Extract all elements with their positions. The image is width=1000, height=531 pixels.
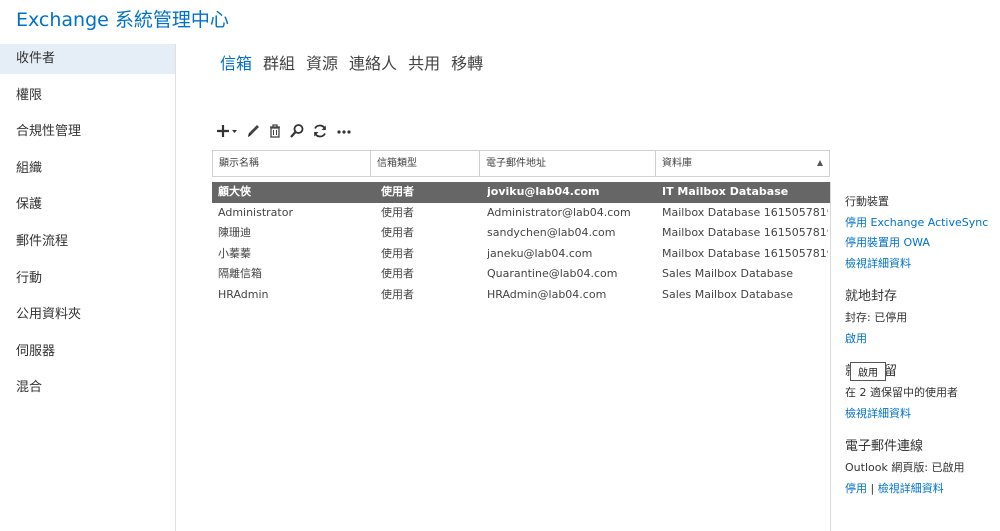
cell-email: joviku@lab04.com	[487, 185, 600, 198]
mailbox-table: 顧大俠 使用者 joviku@lab04.com IT Mailbox Data…	[212, 182, 830, 305]
table-row[interactable]: 隔離信箱 使用者 Quarantine@lab04.com Sales Mail…	[212, 264, 830, 285]
cell-mailbox-type: 使用者	[381, 246, 414, 260]
cell-mailbox-type: 使用者	[381, 185, 414, 198]
cell-database: IT Mailbox Database	[662, 185, 789, 198]
app-title: Exchange 系統管理中心	[16, 9, 229, 31]
cell-mailbox-type: 使用者	[381, 267, 414, 280]
tab-shared[interactable]: 共用	[408, 50, 440, 74]
nav-item-protection[interactable]: 保護	[0, 190, 175, 220]
cell-email: sandychen@lab04.com	[487, 226, 616, 239]
cell-email: Administrator@lab04.com	[487, 205, 631, 219]
cell-display-name: Administrator	[218, 205, 293, 219]
cell-mailbox-type: 使用者	[381, 205, 414, 219]
details-pane: 行動裝置 停用 Exchange ActiveSync 停用裝置用 OWA 檢視…	[830, 182, 1000, 531]
add-icon[interactable]	[216, 122, 238, 140]
cell-email: HRAdmin@lab04.com	[487, 287, 607, 301]
nav-item-mail-flow[interactable]: 郵件流程	[0, 227, 175, 257]
left-nav: 收件者 權限 合規性管理 組織 保護 郵件流程 行動 公用資料夾 伺服器 混合	[0, 44, 176, 531]
table-row[interactable]: HRAdmin 使用者 HRAdmin@lab04.com Sales Mail…	[212, 285, 830, 306]
owa-status: Outlook 網頁版: 已啟用	[845, 461, 965, 474]
nav-item-permissions[interactable]: 權限	[0, 81, 175, 111]
column-header-database-label: 資料庫	[662, 158, 692, 169]
cell-display-name: 隔離信箱	[218, 267, 262, 280]
edit-icon[interactable]	[245, 122, 261, 140]
tab-migration[interactable]: 移轉	[451, 50, 483, 74]
cell-display-name: 小蓁蓁	[218, 246, 251, 260]
tab-bar: 信箱 群組 資源 連絡人 共用 移轉	[220, 50, 483, 74]
table-row[interactable]: 顧大俠 使用者 joviku@lab04.com IT Mailbox Data…	[212, 182, 830, 203]
nav-item-hybrid[interactable]: 混合	[0, 373, 175, 403]
cell-database: Sales Mailbox Database	[662, 267, 793, 280]
email-connectivity-heading: 電子郵件連線	[845, 439, 924, 454]
cell-database: Mailbox Database 1615057819	[662, 246, 828, 260]
cell-email: Quarantine@lab04.com	[487, 267, 618, 280]
mobile-devices-heading: 行動裝置	[845, 195, 889, 208]
toolbar	[216, 122, 353, 140]
cell-mailbox-type: 使用者	[381, 287, 414, 301]
table-row[interactable]: Administrator 使用者 Administrator@lab04.co…	[212, 203, 830, 224]
cell-display-name: 顧大俠	[218, 185, 251, 198]
search-icon[interactable]	[289, 122, 305, 140]
nav-item-servers[interactable]: 伺服器	[0, 337, 175, 367]
tab-mailboxes[interactable]: 信箱	[220, 50, 252, 74]
archive-heading: 就地封存	[845, 289, 898, 304]
tab-contacts[interactable]: 連絡人	[349, 50, 397, 74]
nav-item-public-folders[interactable]: 公用資料夾	[0, 300, 175, 330]
cell-mailbox-type: 使用者	[381, 226, 414, 239]
link-separator: |	[870, 481, 875, 495]
nav-item-recipients[interactable]: 收件者	[0, 44, 175, 74]
tooltip: 啟用	[850, 362, 886, 381]
archive-status: 封存: 已停用	[845, 311, 908, 324]
email-disable-link[interactable]: 停用	[845, 482, 867, 495]
delete-icon[interactable]	[268, 122, 282, 140]
email-view-details-link[interactable]: 檢視詳細資料	[878, 482, 944, 495]
disable-activesync-link[interactable]: 停用 Exchange ActiveSync	[845, 213, 1000, 234]
table-header: 顯示名稱 信箱類型 電子郵件地址 資料庫	[212, 150, 830, 177]
more-icon[interactable]	[335, 122, 353, 140]
table-row[interactable]: 陳珊迪 使用者 sandychen@lab04.com Mailbox Data…	[212, 223, 830, 244]
cell-database: Mailbox Database 1615057819	[662, 226, 828, 239]
column-header-email-address[interactable]: 電子郵件地址	[480, 151, 656, 176]
tab-resources[interactable]: 資源	[306, 50, 338, 74]
column-header-database[interactable]: 資料庫	[656, 151, 829, 176]
nav-item-organization[interactable]: 組織	[0, 154, 175, 184]
cell-display-name: 陳珊迪	[218, 226, 251, 239]
hold-status: 在 2 適保留中的使用者	[845, 386, 958, 399]
table-row[interactable]: 小蓁蓁 使用者 janeku@lab04.com Mailbox Databas…	[212, 244, 830, 265]
cell-database: Mailbox Database 1615057819	[662, 205, 828, 219]
refresh-icon[interactable]	[312, 122, 328, 140]
nav-item-compliance[interactable]: 合規性管理	[0, 117, 175, 147]
tab-groups[interactable]: 群組	[263, 50, 295, 74]
disable-owa-link[interactable]: 停用裝置用 OWA	[845, 233, 1000, 254]
column-header-mailbox-type[interactable]: 信箱類型	[371, 151, 480, 176]
cell-display-name: HRAdmin	[218, 287, 269, 301]
nav-item-mobile[interactable]: 行動	[0, 264, 175, 294]
cell-email: janeku@lab04.com	[487, 246, 593, 260]
archive-enable-link[interactable]: 啟用	[845, 329, 1000, 350]
sort-ascending-icon	[817, 160, 823, 166]
cell-database: Sales Mailbox Database	[662, 287, 793, 301]
hold-view-details-link[interactable]: 檢視詳細資料	[845, 404, 1000, 425]
mobile-view-details-link[interactable]: 檢視詳細資料	[845, 254, 1000, 275]
column-header-display-name[interactable]: 顯示名稱	[213, 151, 371, 176]
